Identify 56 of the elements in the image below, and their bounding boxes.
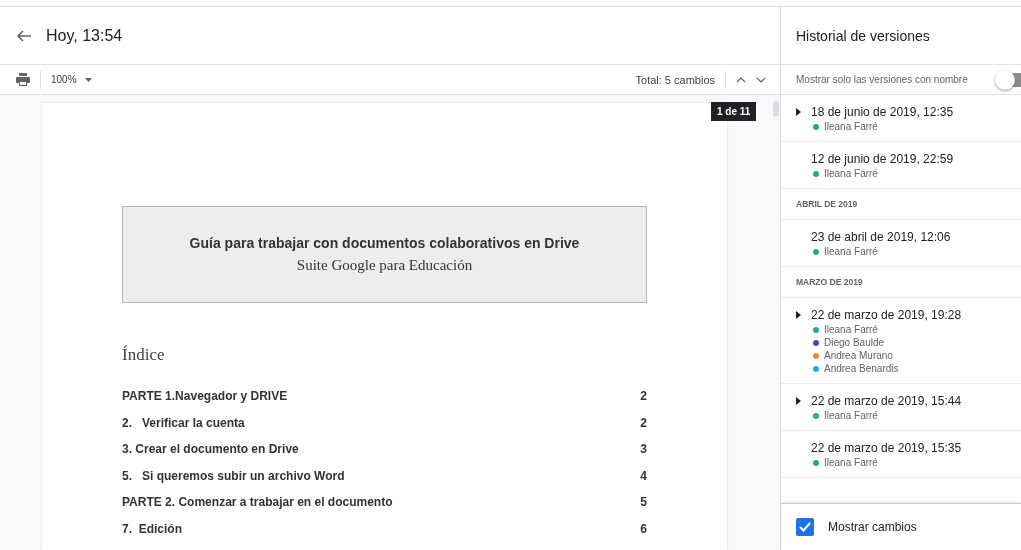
- zoom-dropdown[interactable]: 100%: [51, 74, 92, 85]
- version-entry[interactable]: 22 de marzo de 2019, 15:44 Ileana Farré: [781, 384, 1021, 431]
- version-date: 12 de junio de 2019, 22:59: [811, 152, 954, 166]
- version-date: 22 de marzo de 2019, 19:28: [811, 308, 962, 322]
- previous-change-icon[interactable]: [736, 76, 746, 83]
- author-name: Ileana Farré: [824, 121, 878, 132]
- author-name: Ileana Farré: [824, 168, 878, 179]
- toc-page-number: 4: [640, 468, 647, 485]
- toc-page-number: 6: [640, 521, 647, 538]
- checkbox[interactable]: [796, 518, 814, 536]
- toc-entry: PARTE 2. Comenzar a trabajar en el documento: [122, 495, 393, 511]
- author-name: Ileana Farré: [824, 324, 878, 335]
- version-entry[interactable]: 23 de abril de 2019, 12:06 Ileana Farré: [781, 220, 1021, 267]
- document-subtitle: Suite Google para Educación: [296, 257, 473, 274]
- author-name: Ileana Farré: [824, 246, 878, 257]
- expand-triangle-icon[interactable]: [796, 108, 801, 116]
- toc-entry: 5. Si queremos subir un archivo Word: [122, 468, 345, 485]
- author-name: Andrea Benardis: [824, 363, 899, 374]
- toc-entry: 7. Edición: [122, 521, 182, 538]
- back-arrow-icon[interactable]: [16, 27, 32, 44]
- toc-entry: PARTE 1.Navegador y DRIVE: [122, 389, 288, 405]
- version-entry[interactable]: 12 de junio de 2019, 22:59 Ileana Farré: [781, 142, 1021, 189]
- author-name: Andrea Murano: [824, 350, 893, 361]
- filter-label: Mostrar solo las versiones con nombre: [796, 74, 968, 85]
- toc-entry: 3. Crear el documento en Drive: [122, 442, 299, 458]
- print-icon[interactable]: [16, 73, 30, 86]
- expand-triangle-icon[interactable]: [796, 397, 801, 405]
- toc-entry: 2. Verificar la cuenta: [122, 415, 245, 432]
- version-entry[interactable]: 18 de junio de 2019, 12:35 Ileana Farré: [781, 95, 1021, 142]
- version-date: 22 de marzo de 2019, 15:35: [811, 441, 962, 455]
- version-date: 22 de marzo de 2019, 15:44: [811, 394, 962, 408]
- author-name: Diego Baulde: [824, 337, 885, 348]
- document-title: Guía para trabajar con documentos colaborativos en Drive: [189, 235, 580, 251]
- toc-page-number: 2: [640, 389, 647, 405]
- toc-page-number: 5: [640, 495, 647, 511]
- panel-title: Historial de versiones: [796, 27, 930, 44]
- expand-triangle-icon[interactable]: [796, 311, 801, 319]
- next-change-icon[interactable]: [756, 76, 766, 83]
- scrollbar-thumb[interactable]: [773, 101, 779, 117]
- version-title: Hoy, 13:54: [46, 26, 123, 45]
- version-entry[interactable]: 22 de marzo de 2019, 15:35 Ileana Farré: [781, 431, 1021, 478]
- changes-count: Total: 5 cambios: [635, 73, 715, 86]
- index-heading: Índice: [122, 345, 166, 365]
- change-tooltip: 1 de 11: [711, 102, 757, 121]
- author-name: Ileana Farré: [824, 410, 878, 421]
- caret-icon: [84, 77, 92, 82]
- version-date: 23 de abril de 2019, 12:06: [811, 230, 951, 244]
- month-heading: ABRIL DE 2019: [796, 199, 858, 209]
- checkbox-label: Mostrar cambios: [828, 520, 917, 534]
- month-heading: MARZO DE 2019: [796, 277, 863, 287]
- toggle-switch[interactable]: [997, 72, 1021, 87]
- toc-page-number: 2: [640, 415, 647, 432]
- toc-page-number: 3: [640, 442, 647, 458]
- version-date: 18 de junio de 2019, 12:35: [811, 105, 954, 119]
- author-name: Ileana Farré: [824, 457, 878, 468]
- version-entry[interactable]: 22 de marzo de 2019, 19:28 Ileana Farré Diego Baulde Andrea Murano Andrea Benardis: [781, 298, 1021, 384]
